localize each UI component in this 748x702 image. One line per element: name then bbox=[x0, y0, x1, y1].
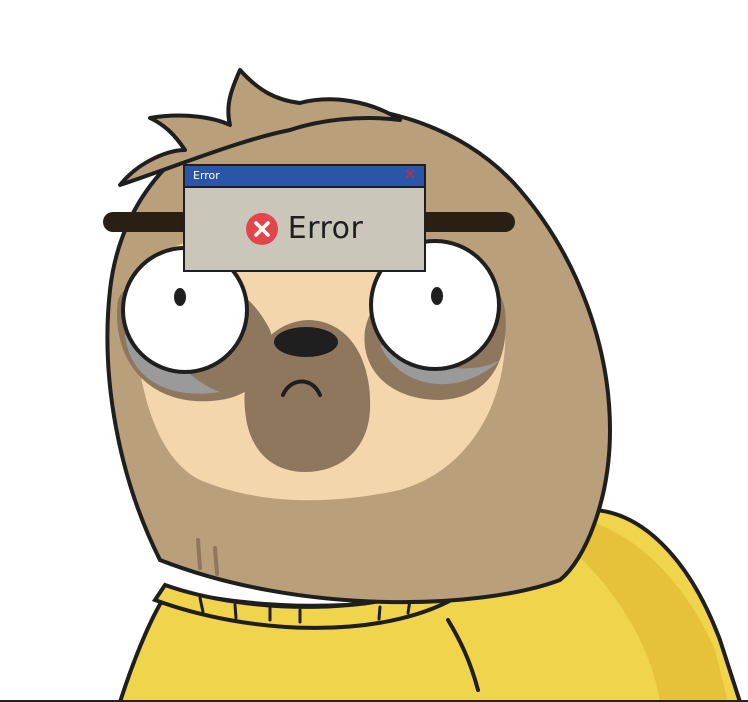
dialog-titlebar: Error ✕ bbox=[185, 166, 424, 188]
pupil-left bbox=[174, 288, 186, 306]
error-circle-x-icon bbox=[245, 213, 278, 245]
dialog-body: Error bbox=[185, 188, 424, 270]
error-dialog: Error ✕ Error bbox=[183, 164, 426, 272]
close-icon[interactable]: ✕ bbox=[403, 167, 417, 183]
nose bbox=[274, 327, 338, 357]
sloth-illustration bbox=[103, 68, 743, 702]
pupil-right bbox=[431, 287, 443, 305]
dialog-title: Error bbox=[193, 169, 220, 182]
sloth-error-illustration: Error ✕ Error bbox=[0, 0, 748, 702]
error-message: Error bbox=[287, 211, 364, 246]
